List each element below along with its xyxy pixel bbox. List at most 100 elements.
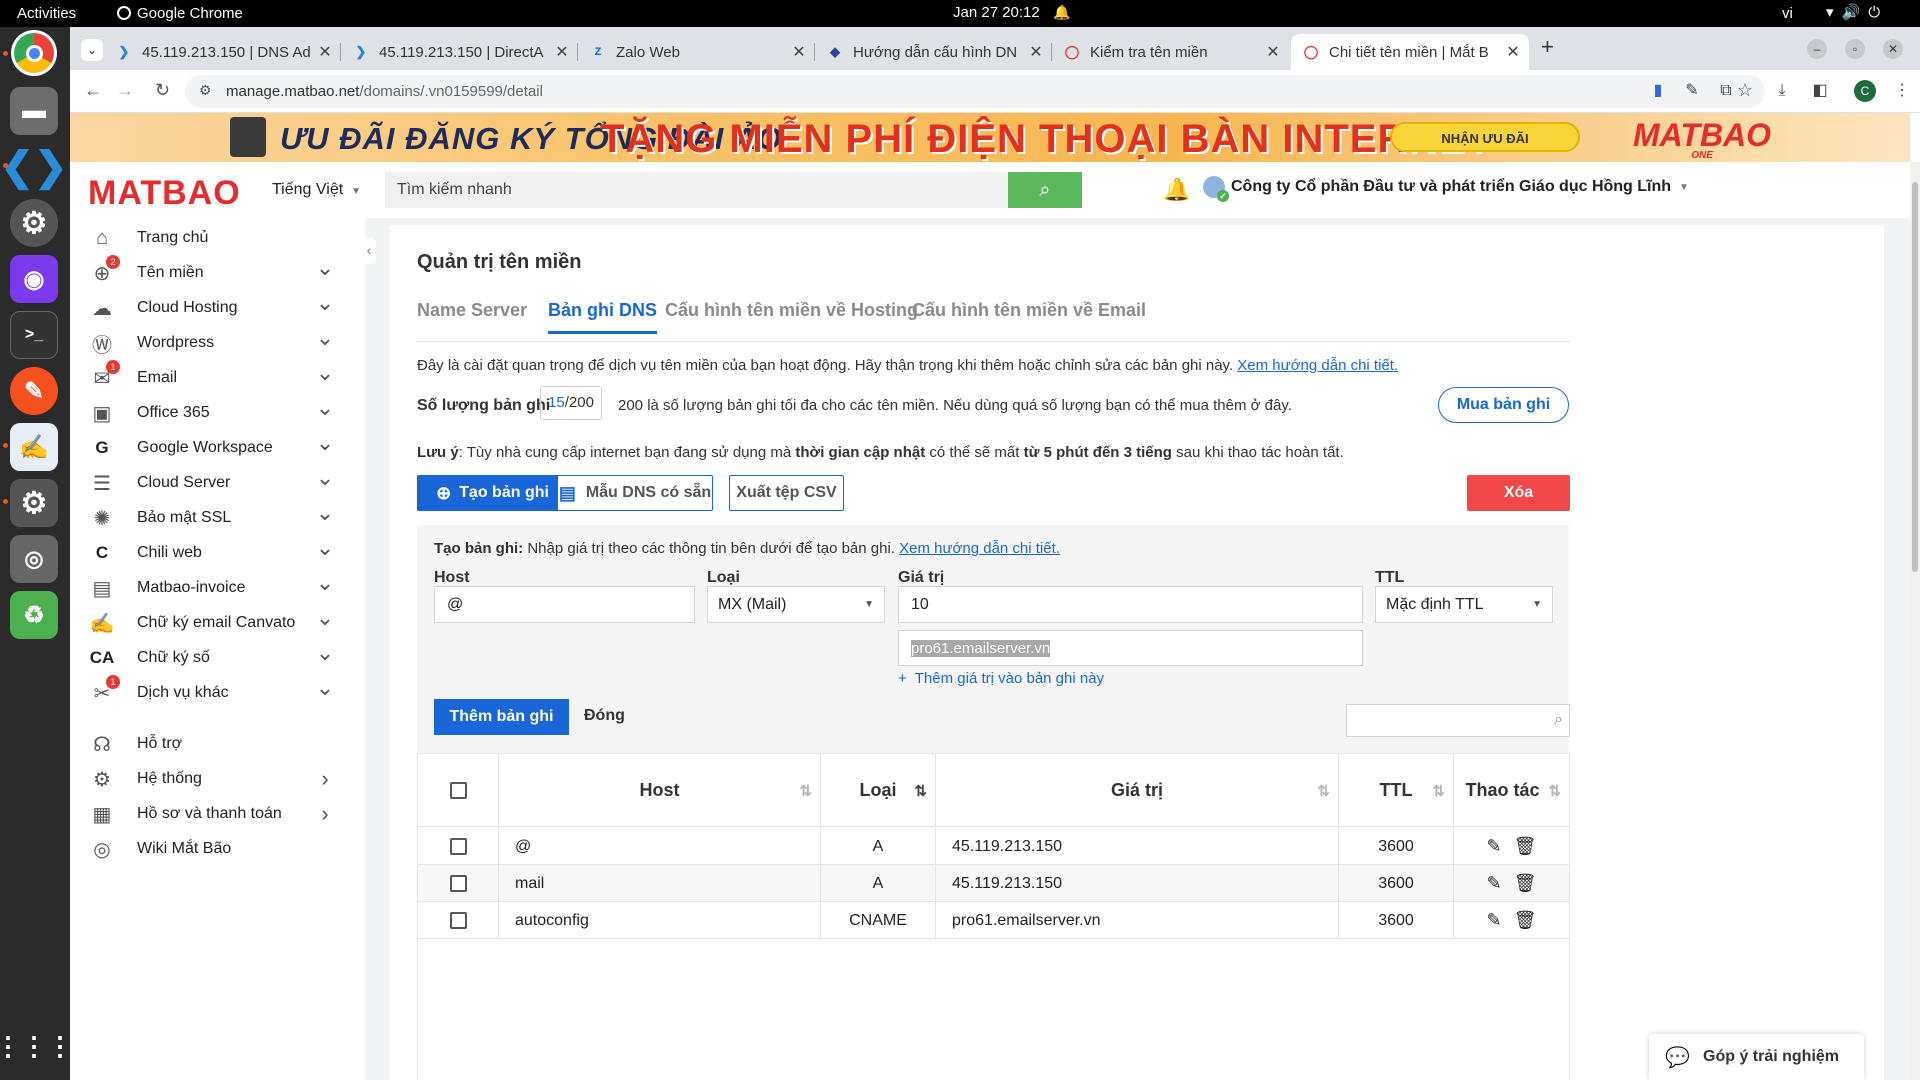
trash-dock-icon[interactable]: ♻: [10, 591, 58, 639]
sidebar-item-gear[interactable]: ⚙ Hệ thống ›: [70, 759, 365, 799]
sidebar-item-server[interactable]: ☰ Cloud Server ⌄: [70, 463, 365, 503]
tab-directadmin[interactable]: ❯ 45.119.213.150 | DirectA ✕: [341, 34, 578, 70]
add-record-button[interactable]: Thêm bản ghi: [434, 699, 569, 735]
sidebar-item-cloud[interactable]: ☁ Cloud Hosting ⌄: [70, 288, 365, 328]
header-type[interactable]: Loại ⇅: [821, 754, 936, 827]
chevron-down-icon[interactable]: ⌄: [315, 537, 335, 559]
system-status-icons[interactable]: ▾🔊⏻: [1826, 3, 1888, 21]
extensions-puzzle-icon[interactable]: ⧉: [1716, 81, 1736, 101]
dns-template-button[interactable]: ▤ Mẫu DNS có sẵn: [557, 475, 713, 511]
sort-icon[interactable]: ⇅: [914, 782, 927, 800]
chevron-down-icon[interactable]: ⌄: [315, 642, 335, 664]
forward-icon[interactable]: →: [116, 80, 134, 101]
postman-dock-icon[interactable]: ✎: [10, 367, 58, 415]
language-selector[interactable]: Tiếng Việt ▼: [272, 181, 361, 199]
page-scrollbar[interactable]: [1910, 162, 1920, 1080]
chevron-down-icon[interactable]: ⌄: [315, 467, 335, 489]
matbao-logo[interactable]: MATBAO: [88, 174, 241, 213]
create-record-button[interactable]: ⊕ Tạo bản ghi: [417, 475, 568, 511]
sidebar-item-headset[interactable]: ☊ Hỗ trợ: [70, 724, 365, 764]
side-panel-icon[interactable]: ◧: [1810, 81, 1830, 101]
close-form-button[interactable]: Đóng: [584, 707, 625, 725]
tab-dns-records[interactable]: Bản ghi DNS: [548, 300, 658, 334]
close-tab-icon[interactable]: ✕: [1026, 42, 1046, 62]
tab-zalo[interactable]: Z Zalo Web ✕: [578, 34, 815, 70]
chevron-right-icon[interactable]: ›: [315, 801, 335, 827]
select-all-checkbox[interactable]: [449, 782, 467, 799]
trash-icon[interactable]: 🗑: [1514, 910, 1537, 931]
chevron-down-icon[interactable]: ⌄: [315, 292, 335, 314]
sidebar-item-ca[interactable]: CA Chữ ký số ⌄: [70, 638, 365, 678]
sidebar-item-tools[interactable]: ✂ 1 Dịch vụ khác ⌄: [70, 673, 365, 713]
sort-icon[interactable]: ⇅: [1432, 782, 1445, 800]
disk-dock-icon[interactable]: ◎: [10, 535, 58, 583]
address-bar[interactable]: ⚙ manage.matbao.net/domains/.vn0159599/d…: [185, 75, 1765, 108]
table-row[interactable]: autoconfig CNAME pro61.emailserver.vn 3600 ✎…: [418, 902, 1569, 939]
sidebar-item-office[interactable]: ▣ Office 365 ⌄: [70, 393, 365, 433]
row-checkbox[interactable]: [449, 912, 467, 929]
add-value-link[interactable]: + Thêm giá trị vào bản ghi này: [898, 670, 1104, 687]
row-checkbox[interactable]: [449, 875, 467, 892]
vscode-dock-icon[interactable]: ❮❯: [0, 143, 68, 191]
tab-search-icon[interactable]: ⌄: [81, 39, 103, 61]
trash-icon[interactable]: 🗑: [1514, 873, 1537, 894]
chevron-down-icon[interactable]: ⌄: [315, 572, 335, 594]
value-input[interactable]: 10: [898, 586, 1363, 623]
text-editor-dock-icon[interactable]: ✍: [10, 423, 58, 471]
active-app-menu[interactable]: Google Chrome: [117, 5, 243, 22]
close-tab-icon[interactable]: ✕: [315, 42, 335, 62]
sidebar-item-globe[interactable]: ⊕ 2 Tên miền ⌄: [70, 253, 365, 293]
edit-icon[interactable]: ✎: [1487, 836, 1502, 857]
ttl-select[interactable]: Mặc định TTL ▼: [1375, 586, 1553, 623]
tab-dns-guide[interactable]: ◆ Hướng dẫn cấu hình DN ✕: [815, 34, 1052, 70]
sidebar-item-google[interactable]: G Google Workspace ⌄: [70, 428, 365, 468]
clock[interactable]: Jan 27 20:12: [953, 4, 1040, 21]
files-dock-icon[interactable]: ▬: [10, 87, 58, 135]
chevron-down-icon[interactable]: ⌄: [315, 327, 335, 349]
new-tab-button[interactable]: +: [1541, 34, 1554, 60]
chevron-down-icon[interactable]: ⌄: [315, 397, 335, 419]
host-input[interactable]: @: [434, 586, 695, 623]
sidebar-item-chili[interactable]: C Chili web ⌄: [70, 533, 365, 573]
row-checkbox[interactable]: [449, 838, 467, 855]
sort-icon[interactable]: ⇅: [799, 782, 812, 800]
mail-server-input[interactable]: pro61.emailserver.vn: [898, 630, 1363, 666]
chevron-down-icon[interactable]: ⌄: [315, 502, 335, 524]
settings-dock-icon[interactable]: ⚙: [10, 199, 58, 247]
github-dock-icon[interactable]: ◉: [10, 255, 58, 303]
edit-icon[interactable]: ✎: [1487, 873, 1502, 894]
tab-hosting-config[interactable]: Cấu hình tên miền về Hosting: [665, 300, 918, 331]
sort-icon[interactable]: ⇅: [1548, 782, 1561, 800]
delete-button[interactable]: Xóa: [1467, 475, 1570, 511]
guide-link[interactable]: Xem hướng dẫn chi tiết.: [1237, 357, 1398, 374]
close-tab-icon[interactable]: ✕: [1503, 42, 1523, 62]
tab-domain-detail[interactable]: ◯ Chi tiết tên miền | Mắt B ✕: [1291, 34, 1529, 70]
scrollbar-thumb[interactable]: [1912, 182, 1918, 572]
tab-name-server[interactable]: Name Server: [417, 300, 527, 331]
chrome-dock-icon[interactable]: [11, 30, 57, 76]
account-menu[interactable]: Công ty Cổ phần Đầu tư và phát triển Giá…: [1203, 176, 1689, 202]
tab-email-config[interactable]: Cấu hình tên miền về Email: [912, 300, 1146, 331]
header-host[interactable]: Host ⇅: [499, 754, 821, 827]
sidebar-item-wiki[interactable]: ◎ Wiki Mắt Bão: [70, 829, 365, 869]
extension-icon[interactable]: ▮: [1648, 81, 1668, 101]
sidebar-item-profile[interactable]: ▦ Hồ sơ và thanh toán ›: [70, 794, 365, 834]
terminal-dock-icon[interactable]: >_: [10, 311, 58, 359]
form-guide-link[interactable]: Xem hướng dẫn chi tiết.: [899, 540, 1060, 557]
system-settings-dock-icon[interactable]: ⚙: [10, 479, 58, 527]
sort-icon[interactable]: ⇅: [1317, 782, 1330, 800]
tab-dns-admin[interactable]: ❯ 45.119.213.150 | DNS Ad ✕: [104, 34, 341, 70]
header-ttl[interactable]: TTL ⇅: [1339, 754, 1454, 827]
back-icon[interactable]: ←: [84, 80, 102, 101]
chevron-down-icon[interactable]: ⌄: [315, 677, 335, 699]
close-tab-icon[interactable]: ✕: [1263, 42, 1283, 62]
chevron-down-icon[interactable]: ⌄: [315, 432, 335, 454]
chevron-down-icon[interactable]: ⌄: [315, 257, 335, 279]
input-language-indicator[interactable]: vi: [1782, 5, 1793, 22]
chevron-right-icon[interactable]: ›: [315, 766, 335, 792]
activities-button[interactable]: Activities: [17, 5, 76, 22]
profile-avatar[interactable]: C: [1854, 80, 1876, 102]
minimize-window-button[interactable]: –: [1807, 39, 1827, 59]
sidebar-item-invoice[interactable]: ▤ Matbao-invoice ⌄: [70, 568, 365, 608]
restore-window-button[interactable]: ▫: [1845, 39, 1865, 59]
